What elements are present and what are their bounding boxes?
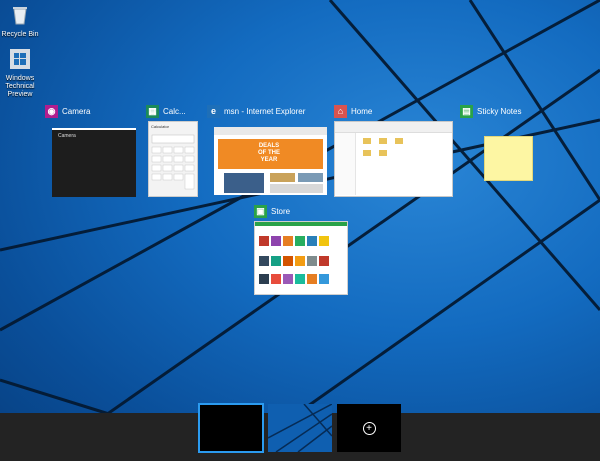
desktop-icon-windows-setup[interactable]: Windows Technical Preview xyxy=(0,48,40,99)
desktop-preview-graphic xyxy=(268,404,332,452)
window-thumbnail: Camera xyxy=(52,128,136,197)
calculator-keypad-graphic xyxy=(151,134,195,190)
recycle-bin-icon xyxy=(13,7,27,25)
window-header: ▣ Store xyxy=(254,203,290,219)
desktop-icon-label: Recycle Bin xyxy=(1,31,39,38)
store-icon: ▣ xyxy=(254,204,267,218)
task-view-window-sticky-notes[interactable]: ▤ Sticky Notes xyxy=(460,103,540,183)
camera-icon: ◉ xyxy=(45,104,58,118)
window-thumbnail: Calculator xyxy=(148,121,198,197)
sticky-notes-icon: ▤ xyxy=(460,104,473,118)
window-title: Store xyxy=(271,206,291,216)
internet-explorer-icon: e xyxy=(207,104,220,118)
window-title: msn - Internet Explorer xyxy=(224,106,306,116)
virtual-desktop-1[interactable] xyxy=(198,403,264,453)
add-desktop-button[interactable]: + xyxy=(337,404,401,452)
task-view-window-internet-explorer[interactable]: e msn - Internet Explorer DEALS OF THE Y… xyxy=(207,103,327,195)
window-thumbnail xyxy=(484,136,533,181)
window-thumbnail: DEALS OF THE YEAR xyxy=(214,127,327,195)
window-header: ▦ Calc... xyxy=(146,103,186,119)
window-header: ⌂ Home xyxy=(334,103,372,119)
file-explorer-icon: ⌂ xyxy=(334,104,347,118)
window-title: Home xyxy=(351,106,373,116)
thumbnail-text: Camera xyxy=(58,133,76,139)
store-tiles-graphic xyxy=(259,236,329,284)
window-title: Camera xyxy=(62,106,91,116)
virtual-desktop-2[interactable] xyxy=(268,404,332,452)
add-icon: + xyxy=(362,421,376,435)
task-view-window-camera[interactable]: ◉ Camera Camera xyxy=(45,103,140,197)
window-header: ◉ Camera xyxy=(45,103,90,119)
desktop-icon-label: Windows Technical Preview xyxy=(5,75,35,98)
window-header: ▤ Sticky Notes xyxy=(460,103,521,119)
window-thumbnail xyxy=(334,121,453,197)
ad-banner-text: DEALS OF THE YEAR xyxy=(258,143,280,163)
window-title: Calc... xyxy=(163,106,186,116)
windows-setup-icon xyxy=(10,49,30,69)
window-title: Sticky Notes xyxy=(477,106,522,116)
window-header: e msn - Internet Explorer xyxy=(207,103,305,119)
task-view-window-calculator[interactable]: ▦ Calc... Calculator xyxy=(146,103,198,197)
task-view-window-file-explorer[interactable]: ⌂ Home xyxy=(334,103,453,197)
thumbnail-text: Calculator xyxy=(151,124,170,129)
calculator-icon: ▦ xyxy=(146,104,159,118)
desktop-icon-recycle-bin[interactable]: Recycle Bin xyxy=(0,4,40,39)
window-thumbnail xyxy=(254,221,348,295)
task-view-window-store[interactable]: ▣ Store xyxy=(254,203,348,295)
